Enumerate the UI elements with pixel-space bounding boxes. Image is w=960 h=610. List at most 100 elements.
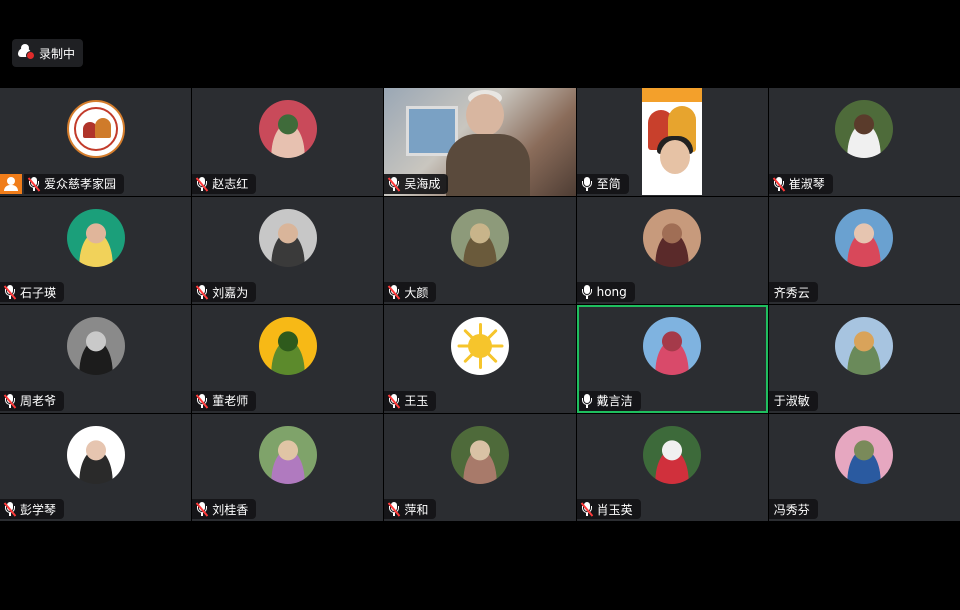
name-tag: 肖玉英: [576, 499, 641, 519]
name-tag: 萍和: [384, 499, 437, 519]
participant-tile[interactable]: 戴言洁: [576, 305, 768, 413]
participant-tile[interactable]: hong: [576, 196, 768, 304]
host-icon: [0, 173, 22, 194]
participant-name: 爱众慈孝家园: [44, 177, 117, 191]
avatar: [450, 425, 509, 484]
name-tag: 冯秀芬: [768, 499, 818, 519]
mic-icon: [581, 176, 593, 191]
participant-tile[interactable]: 赵志红: [192, 88, 384, 196]
name-tag: 周老爷: [0, 390, 65, 411]
participant-name: 周老爷: [20, 394, 57, 408]
participant-tile[interactable]: 于淑敏: [768, 305, 960, 413]
participant-tile[interactable]: 肖玉英: [576, 413, 768, 521]
participant-name: 戴言洁: [596, 394, 633, 408]
participant-tile[interactable]: 至简: [576, 88, 768, 196]
mic-muted-icon: [196, 502, 208, 516]
participant-name: hong: [596, 285, 627, 299]
participant-name: 至简: [596, 177, 621, 191]
avatar: [66, 425, 125, 484]
recording-indicator[interactable]: 录制中: [12, 39, 84, 67]
participant-tile[interactable]: 齐秀云: [768, 196, 960, 304]
name-tag: 戴言洁: [576, 390, 641, 411]
participant-tile[interactable]: 石子瑛: [0, 196, 192, 304]
participant-name: 崔淑琴: [788, 177, 825, 191]
participant-name: 彭学琴: [20, 502, 57, 517]
avatar: [66, 100, 125, 158]
name-tag: 于淑敏: [768, 390, 818, 411]
mic-muted-icon: [196, 176, 208, 191]
mic-muted-icon: [388, 393, 400, 408]
participant-name: 石子瑛: [20, 285, 57, 300]
name-tag: 刘桂香: [192, 499, 257, 519]
avatar: [643, 425, 702, 484]
participant-name: 于淑敏: [773, 394, 810, 408]
participant-tile[interactable]: 王玉: [384, 305, 576, 413]
participant-tile[interactable]: 大颜: [384, 196, 576, 304]
participant-tile[interactable]: 萍和: [384, 413, 576, 521]
participant-name: 董老师: [212, 394, 249, 408]
mic-icon: [581, 285, 593, 299]
participant-name: 齐秀云: [773, 285, 810, 300]
cloud-record-icon: [18, 44, 35, 60]
mic-muted-icon: [388, 285, 400, 299]
participant-name: 大颜: [404, 285, 429, 300]
participant-tile[interactable]: 董老师: [192, 305, 384, 413]
avatar: [66, 208, 125, 267]
participant-tile[interactable]: 彭学琴: [0, 413, 192, 521]
name-tag: 大颜: [384, 282, 437, 302]
participant-tile[interactable]: 爱众慈孝家园: [0, 88, 192, 196]
participant-tile[interactable]: 冯秀芬: [768, 413, 960, 521]
mic-muted-icon: [388, 176, 400, 191]
mic-muted-icon: [773, 176, 785, 191]
participant-name: 王玉: [404, 394, 429, 408]
participant-tile[interactable]: 周老爷: [0, 305, 192, 413]
avatar: [258, 208, 317, 267]
participant-tile[interactable]: 刘嘉为: [192, 196, 384, 304]
name-tag: 崔淑琴: [768, 173, 833, 194]
avatar: [450, 208, 509, 267]
name-tag: hong: [576, 282, 635, 302]
participant-grid: 爱众慈孝家园 赵志红 吴海成 至简 崔淑琴石子瑛 刘嘉为 大颜 hong 齐秀云周老爷 董老师 王玉…: [0, 88, 960, 521]
avatar: [835, 425, 894, 484]
participant-tile[interactable]: 吴海成: [384, 88, 576, 196]
mic-muted-icon: [4, 502, 16, 516]
avatar: [835, 208, 894, 267]
name-tag: 爱众慈孝家园: [24, 173, 125, 194]
mic-muted-icon: [196, 393, 208, 408]
avatar: [258, 425, 317, 484]
name-tag: 董老师: [192, 390, 257, 411]
avatar: [643, 317, 702, 375]
avatar: [66, 317, 125, 375]
participant-name: 冯秀芬: [773, 502, 810, 517]
participant-name: 吴海成: [404, 177, 441, 191]
participant-name: 刘嘉为: [212, 285, 249, 300]
name-tag: 吴海成: [384, 173, 449, 194]
mic-muted-icon: [4, 285, 16, 299]
avatar: [643, 208, 702, 267]
participant-name: 萍和: [404, 502, 429, 517]
name-tag: 刘嘉为: [192, 282, 257, 302]
participant-tile[interactable]: 刘桂香: [192, 413, 384, 521]
mic-icon: [581, 393, 593, 408]
participant-video: [641, 88, 702, 195]
name-tag: 赵志红: [192, 173, 257, 194]
name-tag: 石子瑛: [0, 282, 65, 302]
avatar: [835, 317, 894, 375]
avatar: [835, 100, 894, 158]
mic-muted-icon: [28, 176, 40, 191]
name-tag: 至简: [576, 173, 629, 194]
recording-label: 录制中: [39, 46, 76, 61]
avatar: [258, 100, 317, 158]
mic-muted-icon: [196, 285, 208, 299]
avatar: [258, 317, 317, 375]
name-tag: 彭学琴: [0, 499, 65, 519]
participant-name: 刘桂香: [212, 502, 249, 517]
name-tag: 齐秀云: [768, 282, 818, 302]
mic-muted-icon: [4, 393, 16, 408]
participant-name: 肖玉英: [596, 502, 633, 517]
name-tag: 王玉: [384, 390, 437, 411]
mic-muted-icon: [581, 502, 593, 516]
mic-muted-icon: [388, 502, 400, 516]
avatar: [450, 317, 509, 375]
participant-tile[interactable]: 崔淑琴: [768, 88, 960, 196]
